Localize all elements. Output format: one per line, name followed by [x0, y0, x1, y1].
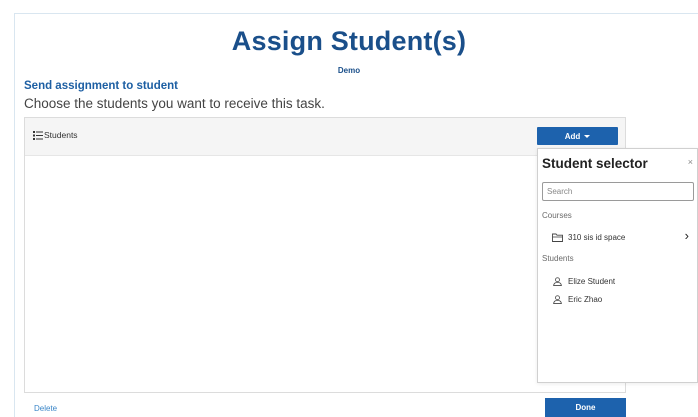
list-icon [33, 131, 43, 140]
students-category-label: Students [542, 254, 574, 263]
done-button-label: Done [575, 403, 596, 412]
student-item-label: Eric Zhao [568, 294, 603, 304]
add-button-label: Add [564, 131, 581, 141]
student-item-label: Elize Student [568, 276, 616, 286]
course-item-label: 310 sis id space [568, 232, 626, 242]
user-icon [553, 276, 562, 286]
add-button[interactable]: Add [537, 127, 618, 145]
student-item[interactable]: Elize Student [552, 274, 693, 288]
students-panel: Students [24, 117, 626, 393]
search-input[interactable] [542, 182, 694, 201]
section-heading: Send assignment to student [24, 80, 178, 92]
students-header-label: Students [44, 130, 78, 140]
page-title: Assign Student(s) [231, 26, 467, 56]
student-selector-title: Student selector [542, 156, 648, 171]
students-panel-header: Students [25, 118, 625, 156]
close-icon[interactable]: × [688, 157, 693, 167]
section-description: Choose the students you want to receive … [24, 96, 325, 111]
student-selector-popover: Student selector × Courses 310 sis id sp… [537, 148, 698, 383]
page-subtitle: Demo [337, 66, 361, 75]
user-icon [553, 294, 562, 304]
chevron-right-icon[interactable]: › [685, 229, 689, 243]
student-item[interactable]: Eric Zhao [552, 292, 693, 306]
caret-down-icon [584, 135, 591, 138]
folder-icon [552, 233, 563, 242]
done-button[interactable]: Done [545, 398, 626, 417]
delete-link[interactable]: Delete [34, 404, 57, 413]
course-item[interactable]: 310 sis id space › [552, 229, 693, 244]
courses-category-label: Courses [542, 211, 572, 220]
